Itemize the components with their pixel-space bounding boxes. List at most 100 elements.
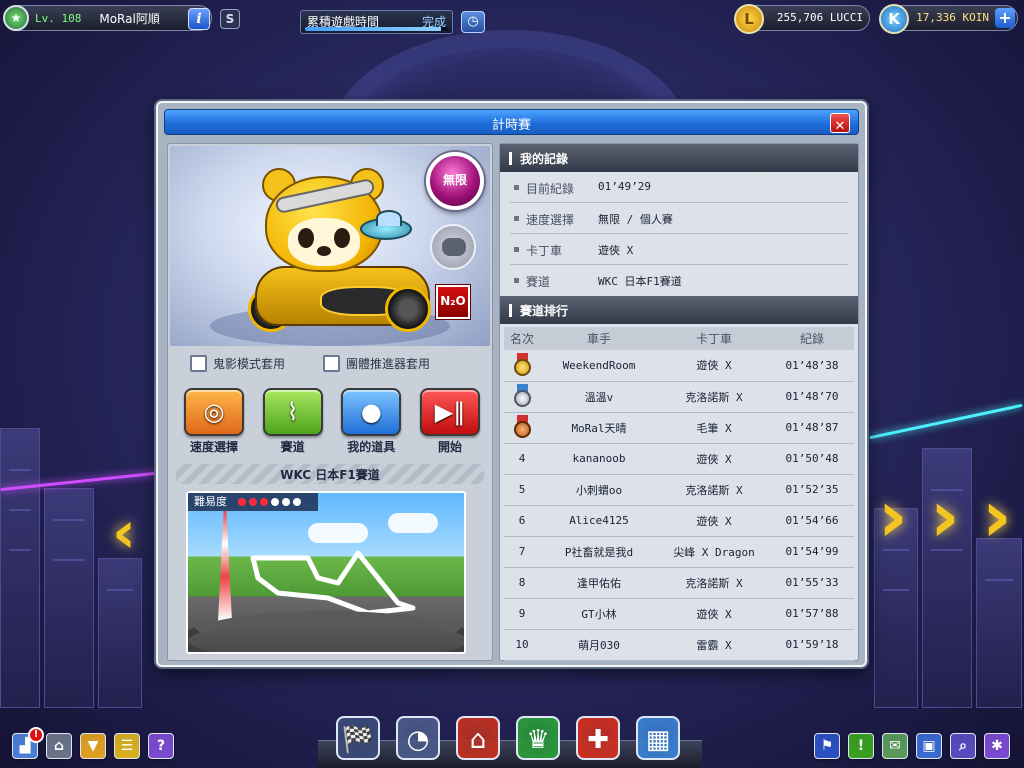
driver-cell: P社畜就是我d	[540, 536, 658, 568]
koin-amount: 17,336 KOIN	[916, 11, 989, 24]
home-button[interactable]: ⌂	[46, 733, 72, 759]
building-icon[interactable]: ▦	[636, 716, 680, 760]
record-value: 遊俠 X	[598, 244, 634, 257]
clock-button[interactable]: ◷	[461, 11, 485, 33]
speed-mode-orb[interactable]: 無限	[426, 152, 484, 210]
play-pause-icon: ▶‖	[434, 398, 466, 426]
difficulty-dot	[282, 498, 290, 506]
play-time-progress	[305, 27, 448, 31]
play-time-progress-fill	[305, 27, 441, 31]
table-row: 9 GT小林 遊俠 X 01’57’88	[504, 598, 854, 630]
notes-button[interactable]: ☰	[114, 733, 140, 759]
track-name: WKC 日本F1賽道	[280, 468, 380, 482]
rank-cell: 5	[504, 474, 540, 506]
ghost-mode-label: 鬼影模式套用	[213, 356, 286, 371]
search-button[interactable]: ⌕	[950, 733, 976, 759]
search-icon: ⌕	[959, 738, 967, 754]
chevron-right-decor-1: ›	[878, 474, 908, 558]
rank-cell: 10	[504, 629, 540, 661]
my-record-header: 我的記錄	[500, 144, 858, 172]
difficulty-dot	[260, 498, 268, 506]
start-action[interactable]: ▶‖ 開始	[418, 388, 482, 454]
chevron-right-decor-2: ›	[930, 474, 960, 558]
clock-icon: ◷	[467, 14, 479, 29]
my-items-button[interactable]: ●	[341, 388, 402, 436]
difficulty-dots	[238, 498, 304, 506]
download-button[interactable]: ▼	[80, 733, 106, 759]
shop-icon[interactable]: ♛	[516, 716, 560, 760]
close-button[interactable]: ✕	[830, 113, 850, 134]
lucci-amount: 255,706 LUCCI	[776, 11, 863, 24]
settings-icon: ✱	[991, 738, 1003, 754]
kart-cell: 克洛諾斯 X	[658, 381, 770, 413]
chevron-left-decor: ‹	[112, 498, 136, 566]
driver-cell: 溫溫v	[540, 381, 658, 413]
time-cell: 01’48’70	[770, 381, 854, 413]
kart-cell: 遊俠 X	[658, 350, 770, 382]
time-cell: 01’54’99	[770, 536, 854, 568]
speedometer-icon[interactable]: ◔	[396, 716, 440, 760]
settings-button[interactable]: ✱	[984, 733, 1010, 759]
kart-cell: 克洛諾斯 X	[658, 567, 770, 599]
ranking-table: 名次 車手 卡丁車 紀錄 WeekendRoom 遊俠 X 01’48’38 溫溫v 克…	[504, 327, 854, 661]
koin-counter: K 17,336 KOIN +	[879, 4, 1018, 34]
chevron-right-decor-3: ›	[982, 474, 1012, 558]
time-cell: 01’48’87	[770, 412, 854, 444]
record-row: 卡丁車 遊俠 X	[510, 234, 848, 265]
team-booster-box[interactable]	[323, 354, 341, 372]
dialog-title-bar: 計時賽 ✕	[164, 109, 859, 135]
start-button[interactable]: ▶‖	[419, 388, 480, 436]
track-button[interactable]: ⌇	[262, 388, 323, 436]
record-value: 01’49’29	[598, 180, 651, 193]
column-rank: 名次	[504, 327, 540, 350]
ghost-mode-checkbox[interactable]: 鬼影模式套用	[190, 354, 286, 372]
kart-cell: 遊俠 X	[658, 443, 770, 475]
my-items-action[interactable]: ● 我的道具	[339, 388, 403, 454]
rank-cell: 9	[504, 598, 540, 630]
track-action[interactable]: ⌇ 賽道	[261, 388, 325, 454]
pet-slot-icon[interactable]	[430, 224, 476, 270]
alert-button[interactable]: !	[848, 733, 874, 759]
time-cell: 01’50’48	[770, 443, 854, 475]
mailbox-button[interactable]: ▣	[916, 733, 942, 759]
difficulty-label: 難易度	[194, 495, 227, 508]
time-cell: 01’48’38	[770, 350, 854, 382]
options-row: 鬼影模式套用 團體推進器套用	[170, 348, 490, 378]
flag-button[interactable]: ⚑	[814, 733, 840, 759]
time-cell: 01’59’18	[770, 629, 854, 661]
table-row: 5 小刺蝟oo 克洛諾斯 X 01’52’35	[504, 474, 854, 506]
kart-wheel-right	[385, 286, 431, 332]
rank-cell	[504, 412, 540, 444]
driver-cell: 逢甲佑佑	[540, 567, 658, 599]
kart-garage-icon[interactable]: 🏁	[336, 716, 380, 760]
help-button[interactable]: ?	[148, 733, 174, 759]
kart-cell: 遊俠 X	[658, 598, 770, 630]
table-row: 溫溫v 克洛諾斯 X 01’48’70	[504, 381, 854, 413]
speed-select-button[interactable]: ◎	[184, 388, 244, 436]
rank-cell	[504, 350, 540, 382]
record-row: 速度選擇 無限 / 個人賽	[510, 203, 848, 234]
record-label: 目前紀錄	[526, 182, 575, 196]
s-button[interactable]: S	[220, 9, 240, 29]
n2o-booster-icon[interactable]: N₂O	[436, 285, 470, 319]
chat-button[interactable]: ✉	[882, 733, 908, 759]
team-booster-label: 團體推進器套用	[346, 356, 431, 371]
help-icon: ?	[156, 738, 166, 754]
kart-cell: 毛筆 X	[658, 412, 770, 444]
toolbox-icon[interactable]: ✚	[576, 716, 620, 760]
column-time: 紀錄	[770, 327, 854, 350]
garage-icon[interactable]: ⌂	[456, 716, 500, 760]
table-row: 7 P社畜就是我d 尖峰 X Dragon 01’54’99	[504, 536, 854, 568]
player-info-bar[interactable]: ★ Lv. 108 MoRal阿順	[3, 5, 212, 31]
record-label: 速度選擇	[526, 213, 575, 227]
ghost-mode-box[interactable]	[190, 354, 207, 372]
record-value: 無限 / 個人賽	[598, 213, 673, 226]
add-koin-button[interactable]: +	[995, 8, 1015, 28]
team-booster-checkbox[interactable]: 團體推進器套用	[323, 354, 431, 372]
character-eye-right	[334, 228, 350, 248]
track-label: 賽道	[280, 440, 305, 454]
gold-medal-icon	[513, 352, 531, 376]
speed-select-action[interactable]: ◎ 速度選擇	[182, 388, 246, 454]
info-button[interactable]: i	[188, 8, 210, 30]
mailbox-icon: ▣	[922, 738, 936, 754]
